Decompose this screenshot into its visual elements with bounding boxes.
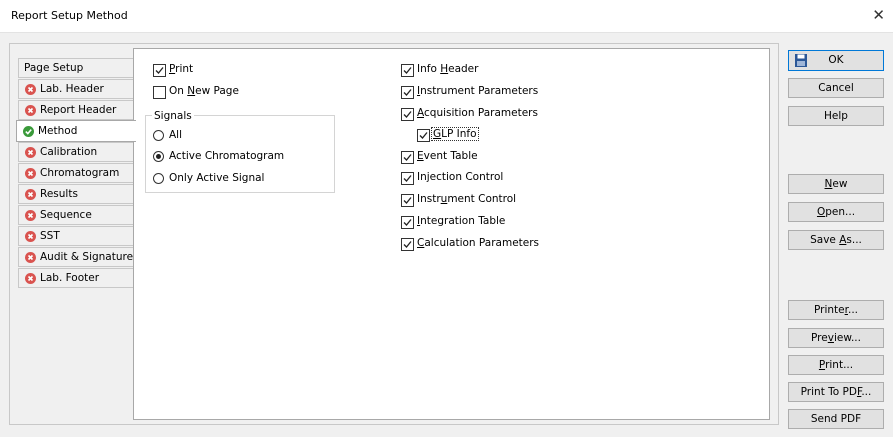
checkbox-box bbox=[417, 129, 430, 142]
error-icon bbox=[25, 105, 36, 116]
checkbox-box bbox=[401, 172, 414, 185]
cancel-button[interactable]: Cancel bbox=[788, 78, 884, 98]
on-new-page-label: On New Page bbox=[169, 85, 239, 97]
error-icon bbox=[25, 252, 36, 263]
checkbox-label: Instrument Parameters bbox=[417, 85, 539, 97]
button-label: Help bbox=[824, 110, 848, 122]
floppy-disk-icon bbox=[795, 54, 807, 67]
button-label: Printer... bbox=[814, 304, 858, 316]
checkbox-label: GLP Info bbox=[431, 127, 479, 141]
print-label: Print bbox=[169, 63, 194, 75]
open-button[interactable]: Open... bbox=[788, 202, 884, 222]
tab-label: Calibration bbox=[40, 146, 98, 158]
button-label: Preview... bbox=[811, 332, 861, 344]
tab-label: Lab. Header bbox=[40, 83, 104, 95]
new-button[interactable]: New bbox=[788, 174, 884, 194]
checkbox-box bbox=[401, 238, 414, 251]
tab-label: Page Setup bbox=[24, 62, 84, 74]
ok-button[interactable]: OK bbox=[788, 50, 884, 71]
close-icon[interactable]: ✕ bbox=[872, 6, 885, 24]
checkbox-box bbox=[153, 64, 166, 77]
checkbox-label: Event Table bbox=[417, 150, 478, 162]
radio-label: All bbox=[169, 129, 183, 141]
tab-lab-footer[interactable]: Lab. Footer bbox=[18, 268, 133, 288]
tab-sequence[interactable]: Sequence bbox=[18, 205, 133, 225]
signals-group-title: Signals bbox=[152, 110, 194, 122]
tab-audit-signatures[interactable]: Audit & Signatures bbox=[18, 247, 139, 267]
button-label: Print... bbox=[818, 359, 854, 371]
tab-method[interactable]: Method bbox=[16, 120, 136, 142]
checkbox-box bbox=[401, 64, 414, 77]
radio-label: Only Active Signal bbox=[169, 172, 265, 184]
radio-dot bbox=[153, 130, 164, 141]
tab-results[interactable]: Results bbox=[18, 184, 133, 204]
error-icon bbox=[25, 147, 36, 158]
tab-report-header[interactable]: Report Header bbox=[18, 100, 133, 120]
checkbox-label: Integration Table bbox=[417, 215, 506, 227]
checkbox-box bbox=[153, 86, 166, 99]
button-label: OK bbox=[828, 54, 844, 66]
checkbox-label: Calculation Parameters bbox=[417, 237, 540, 249]
tab-label: Sequence bbox=[40, 209, 92, 221]
error-icon bbox=[25, 273, 36, 284]
check-icon bbox=[23, 126, 34, 137]
checkbox-label: Instrument Control bbox=[417, 193, 517, 205]
tab-label: Audit & Signatures bbox=[40, 251, 139, 263]
print-button[interactable]: Print... bbox=[788, 355, 884, 375]
button-label: Cancel bbox=[818, 82, 854, 94]
error-icon bbox=[25, 210, 36, 221]
preview-button[interactable]: Preview... bbox=[788, 328, 884, 348]
tab-label: Method bbox=[38, 125, 78, 137]
error-icon bbox=[25, 189, 36, 200]
print-to-pdf-button[interactable]: Print To PDF... bbox=[788, 382, 884, 402]
window-title: Report Setup Method bbox=[11, 9, 128, 22]
radio-dot bbox=[153, 151, 164, 162]
tab-sst[interactable]: SST bbox=[18, 226, 133, 246]
checkbox-label: Info Header bbox=[417, 63, 479, 75]
button-label: Save As... bbox=[810, 234, 862, 246]
error-icon bbox=[25, 168, 36, 179]
tab-label: SST bbox=[40, 230, 60, 242]
tab-label: Lab. Footer bbox=[40, 272, 100, 284]
button-label: Open... bbox=[816, 206, 856, 218]
printer-button[interactable]: Printer... bbox=[788, 300, 884, 320]
checkbox-box bbox=[401, 194, 414, 207]
checkbox-box bbox=[401, 151, 414, 164]
button-label: Send PDF bbox=[810, 413, 862, 425]
tab-label: Report Header bbox=[40, 104, 117, 116]
tab-calibration[interactable]: Calibration bbox=[18, 142, 133, 162]
error-icon bbox=[25, 84, 36, 95]
checkbox-label: Acquisition Parameters bbox=[417, 107, 538, 119]
help-button[interactable]: Help bbox=[788, 106, 884, 126]
checkbox-box bbox=[401, 108, 414, 121]
tab-label: Results bbox=[40, 188, 78, 200]
title-bar: Report Setup Method ✕ bbox=[0, 0, 893, 33]
tab-chromatogram[interactable]: Chromatogram bbox=[18, 163, 133, 183]
button-label: Print To PDF... bbox=[800, 386, 872, 398]
tab-lab-header[interactable]: Lab. Header bbox=[18, 79, 133, 99]
send-pdf-button[interactable]: Send PDF bbox=[788, 409, 884, 429]
tab-page-setup[interactable]: Page Setup bbox=[18, 58, 133, 78]
checkbox-box bbox=[401, 216, 414, 229]
method-tab-panel bbox=[133, 48, 770, 420]
button-label: New bbox=[824, 178, 848, 190]
radio-dot bbox=[153, 173, 164, 184]
radio-label: Active Chromatogram bbox=[169, 150, 285, 162]
checkbox-box bbox=[401, 86, 414, 99]
checkbox-label: Injection Control bbox=[417, 171, 504, 183]
tab-label: Chromatogram bbox=[40, 167, 120, 179]
error-icon bbox=[25, 231, 36, 242]
save-as-button[interactable]: Save As... bbox=[788, 230, 884, 250]
